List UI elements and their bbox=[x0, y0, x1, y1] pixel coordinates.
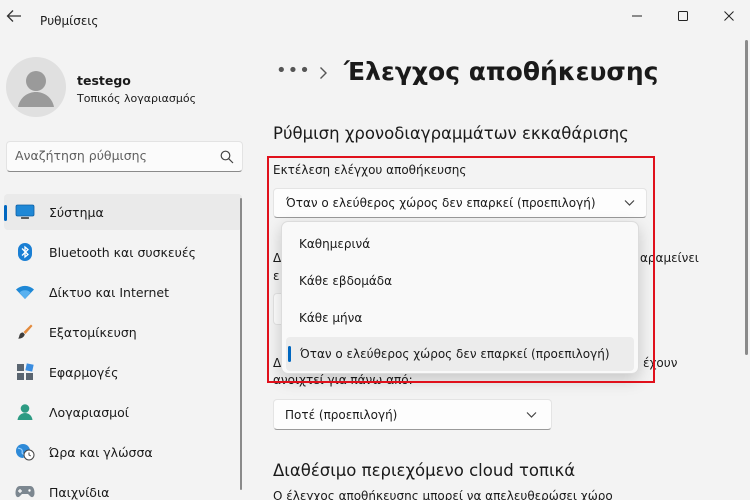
sidebar-scrollbar[interactable] bbox=[240, 198, 242, 490]
sidebar-nav: Σύστημα Bluetooth και συσκευές Δίκτυο κα… bbox=[4, 194, 242, 500]
apps-icon bbox=[15, 363, 35, 381]
search-input[interactable] bbox=[15, 148, 211, 163]
section-title: Ρύθμιση χρονοδιαγραμμάτων εκκαθάρισης bbox=[273, 124, 629, 143]
account-type: Τοπικός λογαριασμός bbox=[77, 92, 197, 105]
sidebar-item-label: Δίκτυο και Internet bbox=[49, 284, 169, 300]
sidebar-item-label: Ώρα και γλώσσα bbox=[49, 444, 153, 460]
sidebar-item-time-language[interactable]: Ώρα και γλώσσα bbox=[4, 434, 242, 470]
sidebar-item-label: Λογαριασμοί bbox=[49, 404, 129, 420]
account-icon bbox=[15, 403, 35, 421]
sidebar-item-system[interactable]: Σύστημα bbox=[4, 194, 242, 230]
avatar[interactable] bbox=[6, 57, 66, 117]
brush-icon bbox=[15, 323, 35, 341]
sidebar-item-label: Εξατομίκευση bbox=[49, 324, 137, 340]
close-icon bbox=[724, 11, 734, 21]
sidebar-item-network[interactable]: Δίκτυο και Internet bbox=[4, 274, 242, 310]
system-icon bbox=[15, 203, 35, 221]
sidebar-item-label: Παιχνίδια bbox=[49, 484, 110, 500]
close-button[interactable] bbox=[707, 3, 750, 29]
main-scrollbar[interactable] bbox=[745, 40, 748, 355]
sidebar-item-label: Σύστημα bbox=[49, 204, 104, 220]
section-description: Ο έλεγχος αποθήκευσης μπορεί να απελευθε… bbox=[273, 489, 613, 500]
maximize-button[interactable] bbox=[661, 3, 705, 29]
search-box[interactable] bbox=[6, 141, 243, 172]
globe-icon bbox=[15, 443, 35, 461]
sidebar-item-label: Εφαρμογές bbox=[49, 364, 119, 380]
sidebar-item-bluetooth[interactable]: Bluetooth και συσκευές bbox=[4, 234, 242, 270]
wifi-icon bbox=[15, 283, 35, 301]
bluetooth-icon bbox=[15, 243, 35, 261]
chevron-right-icon bbox=[320, 67, 327, 79]
sidebar-item-label: Bluetooth και συσκευές bbox=[49, 244, 196, 260]
maximize-icon bbox=[678, 11, 688, 21]
downloads-combobox[interactable]: Ποτέ (προεπιλογή) bbox=[273, 399, 552, 430]
section-title: Διαθέσιμο περιεχόμενο cloud τοπικά bbox=[273, 461, 576, 480]
combobox-value: Ποτέ (προεπιλογή) bbox=[285, 408, 398, 422]
minimize-icon bbox=[632, 15, 642, 17]
sidebar-item-gaming[interactable]: Παιχνίδια bbox=[4, 474, 242, 500]
page-title: Έλεγχος αποθήκευσης bbox=[344, 57, 659, 86]
user-name: testego bbox=[77, 73, 131, 88]
user-icon bbox=[18, 71, 54, 107]
app-title: Ρυθμίσεις bbox=[40, 14, 99, 28]
highlight-box bbox=[267, 156, 655, 383]
sidebar-item-accounts[interactable]: Λογαριασμοί bbox=[4, 394, 242, 430]
breadcrumb-more-button[interactable]: ••• bbox=[276, 60, 311, 81]
search-icon bbox=[220, 150, 234, 164]
back-button[interactable] bbox=[6, 8, 24, 24]
title-bar: Ρυθμίσεις bbox=[0, 0, 750, 32]
sidebar-item-personalization[interactable]: Εξατομίκευση bbox=[4, 314, 242, 350]
sidebar-item-apps[interactable]: Εφαρμογές bbox=[4, 354, 242, 390]
minimize-button[interactable] bbox=[615, 3, 659, 29]
gamepad-icon bbox=[15, 483, 35, 500]
chevron-down-icon bbox=[526, 412, 537, 418]
arrow-left-icon bbox=[6, 10, 21, 22]
